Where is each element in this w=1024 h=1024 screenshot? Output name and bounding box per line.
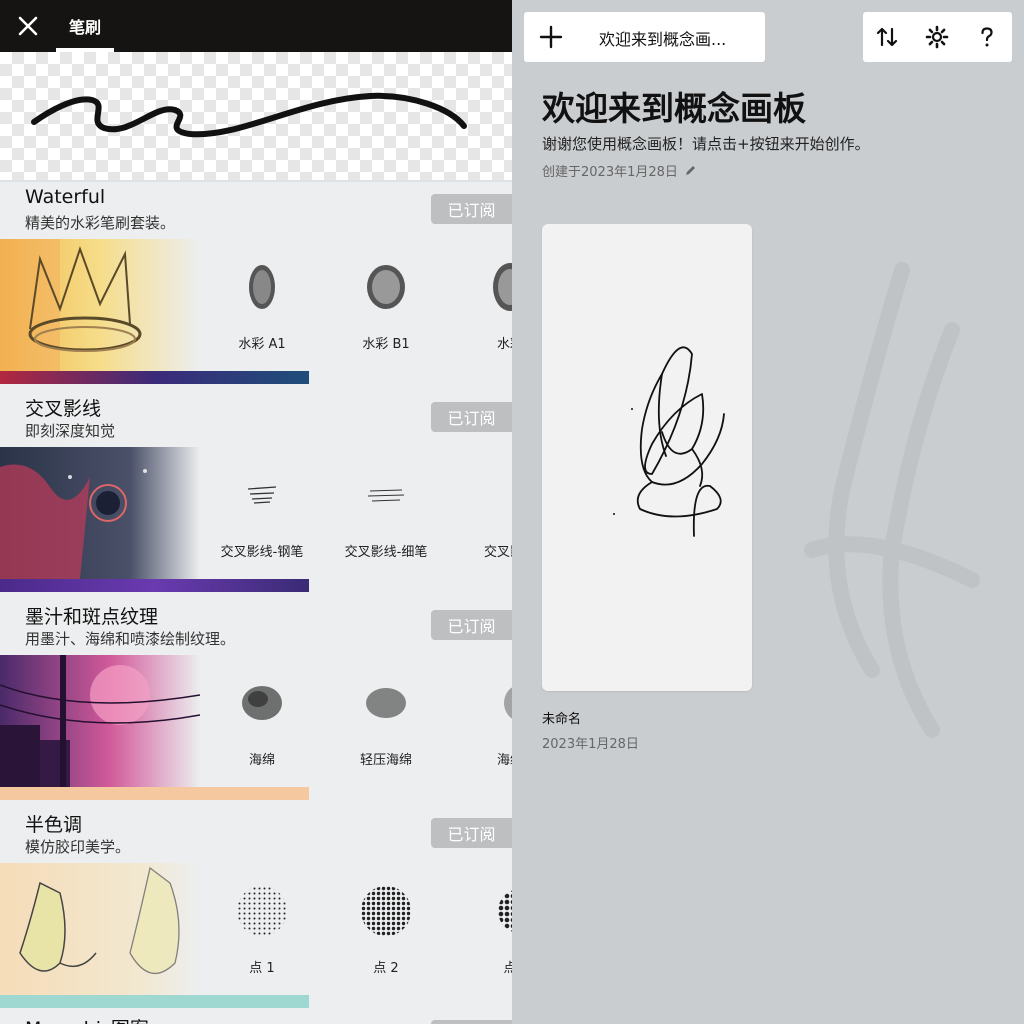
pack-title: 墨汁和斑点纹理: [25, 606, 159, 628]
gallery-toolbar: [863, 12, 1012, 62]
brush-item[interactable]: 水彩: [448, 239, 512, 371]
brush-thumbnail: [356, 673, 416, 733]
brush-name: 水彩 A1: [238, 337, 286, 352]
brush-item[interactable]: 海绵: [200, 655, 324, 787]
next-pack-cover-strip: [0, 787, 309, 800]
pack-cover-image[interactable]: [0, 863, 200, 995]
pack-title: Waterful: [25, 186, 106, 208]
brush-thumbnail: [232, 673, 292, 733]
pack-description: 模仿胶印美学。: [25, 838, 131, 856]
pack-description: 用墨汁、海绵和喷漆绘制纹理。: [25, 630, 236, 648]
brush-name: 海绵: [248, 753, 275, 768]
subscribed-button[interactable]: [431, 1020, 512, 1024]
brush-pack-waterful: Waterful 精美的水彩笔刷套装。 已订阅 水彩 A1 水彩 B1 水: [0, 182, 512, 390]
pack-cover-image[interactable]: [0, 655, 200, 787]
brush-name: 交叉影线-钢笔: [220, 545, 304, 560]
brush-name: 轻压海绵: [359, 753, 412, 768]
pack-cover-image[interactable]: [0, 239, 200, 371]
brush-thumbnail: [232, 465, 292, 525]
brush-thumbnail: [480, 465, 512, 525]
brush-name: 交叉影线: [483, 545, 512, 560]
created-date-row: 创建于2023年1月28日: [542, 161, 697, 180]
brush-thumbnail: [232, 257, 292, 317]
subscribed-button[interactable]: 已订阅: [431, 402, 512, 432]
brush-pack-ink-speckle: 墨汁和斑点纹理 用墨汁、海绵和喷漆绘制纹理。 已订阅 海绵 轻压海绵 海: [0, 598, 512, 806]
brush-name: 海绵: [496, 753, 512, 768]
drawing-thumbnail-card[interactable]: [542, 224, 752, 691]
brush-thumbnail: [480, 673, 512, 733]
subscribed-button[interactable]: 已订阅: [431, 194, 512, 224]
plus-icon: [539, 25, 563, 49]
brush-item[interactable]: 点 1: [200, 863, 324, 995]
brush-thumbnail: [356, 465, 416, 525]
brush-thumbnail: [356, 257, 416, 317]
brush-item[interactable]: 点 2: [324, 863, 448, 995]
brush-thumbnail: [480, 881, 512, 941]
pack-description: 精美的水彩笔刷套装。: [25, 214, 176, 232]
page-subtitle: 谢谢您使用概念画板！请点击+按钮来开始创作。: [542, 135, 870, 153]
new-drawing-label: 欢迎来到概念画...: [599, 30, 727, 49]
brush-pack-halftone: 半色调 模仿胶印美学。 已订阅 点 1 点 2 点: [0, 806, 512, 1014]
new-drawing-button[interactable]: 欢迎来到概念画...: [524, 12, 765, 62]
drawing-date: 2023年1月28日: [542, 737, 639, 752]
brush-library-panel: 笔刷 Waterful 精美的水彩笔刷套装。 已订阅 水彩 A1 水彩 B1 水…: [0, 0, 512, 1024]
brush-stroke-preview[interactable]: [0, 52, 512, 180]
brush-item[interactable]: 点: [448, 863, 512, 995]
pack-title: 交叉影线: [25, 398, 102, 420]
created-date: 创建于2023年1月28日: [542, 165, 678, 180]
background-watermark-sketch: [804, 262, 980, 738]
brush-item[interactable]: 水彩 A1: [200, 239, 324, 371]
brush-thumbnail: [232, 881, 292, 941]
pack-description: 即刻深度知觉: [25, 422, 116, 440]
next-pack-cover-strip: [0, 579, 309, 592]
next-pack-cover-strip: [0, 371, 309, 384]
pack-title: 半色调: [25, 814, 83, 836]
brush-item[interactable]: 交叉影线-细笔: [324, 447, 448, 579]
settings-gear-icon[interactable]: [922, 22, 952, 52]
brush-item[interactable]: 交叉影线-钢笔: [200, 447, 324, 579]
subscribed-button[interactable]: 已订阅: [431, 818, 512, 848]
brush-panel-header: 笔刷: [0, 0, 512, 52]
brush-item[interactable]: 水彩 B1: [324, 239, 448, 371]
brush-name: 水彩 B1: [362, 337, 410, 352]
close-icon[interactable]: [14, 12, 42, 40]
app-root: 笔刷 Waterful 精美的水彩笔刷套装。 已订阅 水彩 A1 水彩 B1 水…: [0, 0, 1024, 1024]
page-title: 欢迎来到概念画板: [542, 89, 806, 128]
next-pack-cover-strip: [0, 995, 309, 1008]
brush-thumbnail: [480, 257, 512, 317]
brush-item[interactable]: 轻压海绵: [324, 655, 448, 787]
edit-pencil-icon[interactable]: [684, 164, 697, 177]
pack-cover-image[interactable]: [0, 447, 200, 579]
brush-thumbnail: [356, 881, 416, 941]
brush-name: 点 2: [373, 961, 399, 976]
brush-pack-crosshatch: 交叉影线 即刻深度知觉 已订阅 交叉影线-钢笔 交叉影线-细笔 交叉: [0, 390, 512, 598]
drawing-name: 未命名: [542, 712, 582, 727]
brush-name: 点: [503, 961, 512, 976]
help-icon[interactable]: [972, 22, 1002, 52]
gallery-panel: 欢迎来到概念画... 欢迎来到概念画板 谢谢您使用概念画板！请点击+按钮来开始创…: [512, 0, 1024, 1024]
brush-item[interactable]: 交叉影线: [448, 447, 512, 579]
sort-icon[interactable]: [872, 22, 902, 52]
brush-name: 交叉影线-细笔: [344, 545, 428, 560]
brush-item[interactable]: 海绵: [448, 655, 512, 787]
tab-brushes[interactable]: 笔刷: [56, 0, 114, 52]
subscribed-button[interactable]: 已订阅: [431, 610, 512, 640]
pack-title: Memphis图案: [25, 1014, 149, 1024]
brush-name: 点 1: [249, 961, 275, 976]
brush-name: 水彩: [496, 337, 512, 352]
